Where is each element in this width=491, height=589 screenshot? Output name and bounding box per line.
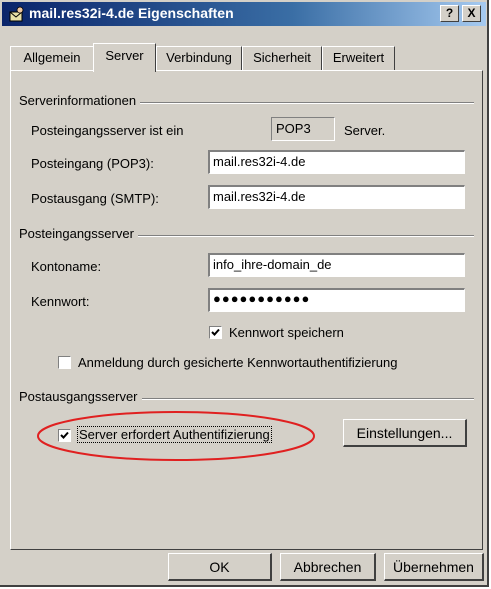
account-name-label: Kontoname: xyxy=(31,259,102,274)
account-name-field[interactable]: info_ihre-domain_de xyxy=(208,253,465,277)
password-field[interactable]: ●●●●●●●●●●● xyxy=(208,288,465,312)
incoming-type-label: Posteingangsserver ist ein xyxy=(31,123,184,138)
spa-label: Anmeldung durch gesicherte Kennwortauthe… xyxy=(78,355,398,370)
incoming-server-field[interactable]: mail.res32i-4.de xyxy=(208,150,465,174)
title-bar[interactable]: mail.res32i-4.de Eigenschaften ? X xyxy=(2,2,486,26)
remember-password-label: Kennwort speichern xyxy=(229,325,344,340)
incoming-type-value: POP3 xyxy=(271,117,335,141)
apply-button[interactable]: Übernehmen xyxy=(384,553,484,581)
ok-button[interactable]: OK xyxy=(168,553,272,581)
tab-verbindung[interactable]: Verbindung xyxy=(156,46,242,70)
outgoing-server-group-label: Postausgangsserver xyxy=(19,389,142,404)
incoming-server-label: Posteingang (POP3): xyxy=(31,156,154,171)
cancel-button[interactable]: Abbrechen xyxy=(280,553,376,581)
remember-password-checkbox[interactable] xyxy=(209,326,222,339)
server-tab-panel: Serverinformationen Posteingangsserver i… xyxy=(10,70,483,550)
tab-server[interactable]: Server xyxy=(93,43,156,72)
server-info-group-label: Serverinformationen xyxy=(19,93,141,108)
close-button[interactable]: X xyxy=(462,5,481,22)
incoming-server-group-label: Posteingangsserver xyxy=(19,226,138,241)
window-title: mail.res32i-4.de Eigenschaften xyxy=(29,5,234,21)
tab-sicherheit[interactable]: Sicherheit xyxy=(242,46,322,70)
tab-allgemein[interactable]: Allgemein xyxy=(10,46,94,70)
red-annotation-ellipse xyxy=(37,411,315,461)
tab-erweitert[interactable]: Erweitert xyxy=(322,46,395,70)
properties-dialog: mail.res32i-4.de Eigenschaften ? X Allge… xyxy=(0,0,489,587)
help-button[interactable]: ? xyxy=(440,5,459,22)
settings-button[interactable]: Einstellungen... xyxy=(343,419,467,447)
spa-checkbox[interactable] xyxy=(58,356,71,369)
outgoing-server-label: Postausgang (SMTP): xyxy=(31,191,159,206)
password-label: Kennwort: xyxy=(31,294,90,309)
incoming-type-suffix: Server. xyxy=(344,123,386,138)
mail-account-icon xyxy=(9,6,24,22)
outgoing-server-field[interactable]: mail.res32i-4.de xyxy=(208,185,465,209)
checkmark-icon xyxy=(211,328,220,336)
